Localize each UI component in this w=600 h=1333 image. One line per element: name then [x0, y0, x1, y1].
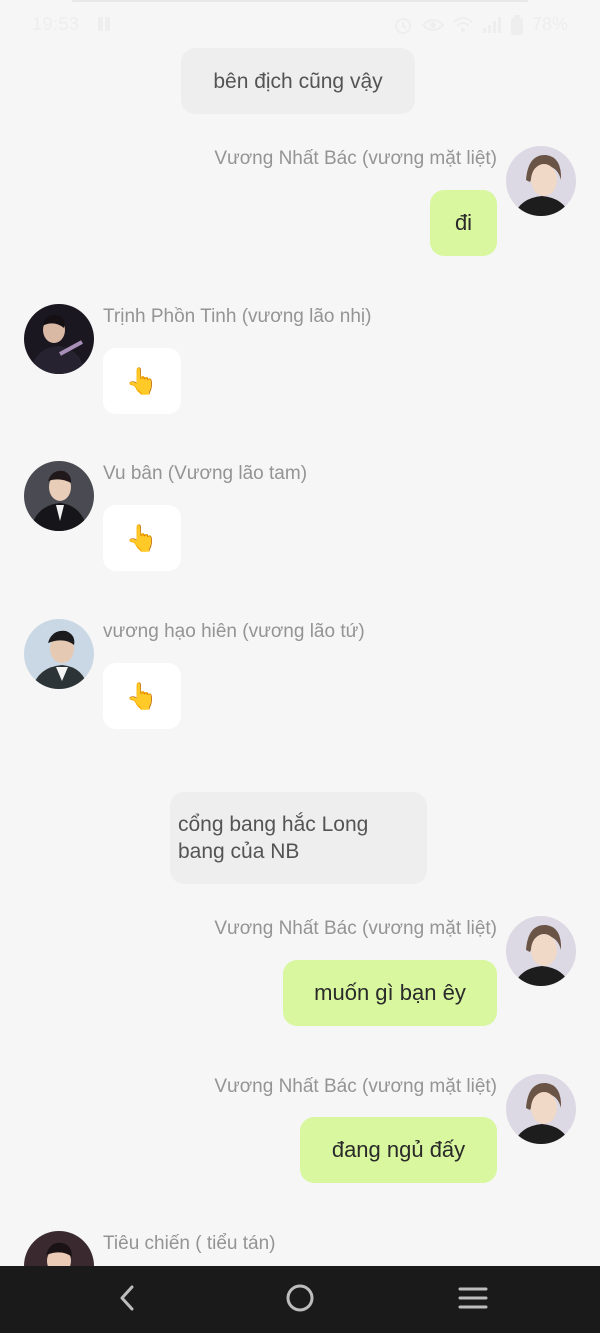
incoming-message[interactable]: 👆 — [103, 348, 181, 414]
avatar-vuong-nhat-bac[interactable] — [506, 916, 576, 986]
sender-name: vương hạo hiên (vương lão tứ) — [103, 621, 365, 642]
menu-lines-icon — [458, 1286, 488, 1315]
recents-button[interactable] — [453, 1284, 493, 1316]
avatar-trinh-phon-tinh[interactable] — [24, 304, 94, 374]
alarm-icon — [393, 15, 413, 35]
pointing-up-emoji: 👆 — [125, 680, 159, 711]
back-chevron-icon — [117, 1284, 137, 1317]
outgoing-message[interactable]: đang ngủ đấy — [300, 1117, 497, 1183]
wifi-icon — [453, 16, 473, 34]
eye-icon — [421, 17, 444, 33]
pointing-up-emoji: 👆 — [125, 522, 159, 553]
sender-name: Trịnh Phồn Tinh (vương lão nhị) — [103, 306, 372, 327]
system-message[interactable]: bên địch cũng vậy — [181, 48, 415, 114]
battery-percent: 78% — [531, 14, 568, 34]
avatar-vu-ban[interactable] — [24, 461, 94, 531]
incoming-message[interactable]: 👆 — [103, 505, 181, 571]
notch-line — [72, 0, 528, 2]
pointing-up-emoji: 👆 — [125, 365, 159, 396]
avatar-vuong-nhat-bac[interactable] — [506, 146, 576, 216]
signal-icon — [482, 16, 502, 34]
status-bar: 19:53 78% — [0, 0, 600, 50]
sim-icon — [96, 16, 112, 32]
sender-name: Vu bân (Vương lão tam) — [103, 463, 308, 484]
sender-name: Tiêu chiến ( tiểu tán) — [103, 1233, 276, 1254]
home-button[interactable] — [280, 1284, 320, 1316]
status-right: 78% — [393, 14, 568, 35]
outgoing-message[interactable]: muốn gì bạn êy — [283, 960, 497, 1026]
back-button[interactable] — [107, 1284, 147, 1316]
sender-name: Vương Nhất Bác (vương mặt liệt) — [214, 1076, 497, 1097]
status-time: 19:53 — [32, 14, 80, 34]
system-navigation-bar — [0, 1266, 600, 1333]
avatar-vuong-hao-hien[interactable] — [24, 619, 94, 689]
home-circle-icon — [285, 1283, 315, 1318]
incoming-message[interactable]: 👆 — [103, 663, 181, 729]
battery-icon — [510, 14, 523, 35]
sender-name: Vương Nhất Bác (vương mặt liệt) — [214, 918, 497, 939]
chat-screen: 19:53 78% bên địch cũng vậy Vương Nhất B… — [0, 0, 600, 1333]
system-message[interactable]: cổng bang hắc Long bang của NB — [170, 792, 427, 884]
sender-name: Vương Nhất Bác (vương mặt liệt) — [214, 148, 497, 169]
outgoing-message[interactable]: đi — [430, 190, 497, 256]
avatar-vuong-nhat-bac[interactable] — [506, 1074, 576, 1144]
